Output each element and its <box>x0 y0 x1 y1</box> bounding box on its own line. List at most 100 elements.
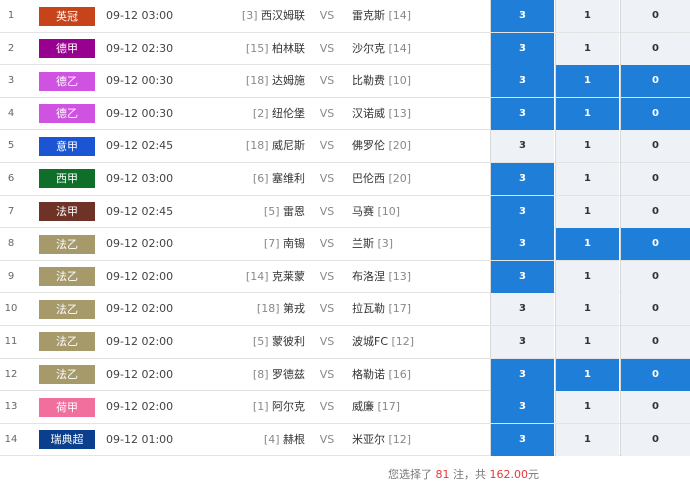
option-draw[interactable]: 1 <box>555 358 619 391</box>
option-win[interactable]: 3 <box>490 260 554 293</box>
table-row: 4 德乙 09-12 00:30 [2] 纽伦堡 VS 汉诺威 [13] 3 1 0 <box>0 97 690 131</box>
away-team-name: 佛罗伦 <box>352 139 385 153</box>
option-win[interactable]: 3 <box>490 130 554 163</box>
option-draw[interactable]: 1 <box>555 130 619 163</box>
row-number: 9 <box>7 270 15 282</box>
league-badge: 法乙 <box>39 332 95 352</box>
option-loss[interactable]: 0 <box>620 391 690 424</box>
away-rank: [20] <box>388 139 412 153</box>
away-team: 沙尔克 [14] <box>352 33 482 65</box>
bet-amount: 162.00 <box>489 468 529 481</box>
home-rank: [15] <box>245 41 269 55</box>
option-win[interactable]: 3 <box>490 391 554 424</box>
vs-label: VS <box>319 269 335 283</box>
option-loss[interactable]: 0 <box>620 65 690 98</box>
vs-label: VS <box>319 302 335 316</box>
option-draw[interactable]: 1 <box>555 260 619 293</box>
league-cell: 法甲 <box>39 196 95 228</box>
option-win[interactable]: 3 <box>490 195 554 228</box>
home-team-name: 克莱蒙 <box>272 269 305 283</box>
option-loss[interactable]: 0 <box>620 195 690 228</box>
option-win[interactable]: 3 <box>490 325 554 358</box>
away-team-name: 拉瓦勒 <box>352 302 385 316</box>
option-draw[interactable]: 1 <box>555 162 619 195</box>
match-time: 09-12 02:00 <box>106 400 174 414</box>
option-draw[interactable]: 1 <box>555 32 619 65</box>
option-win[interactable]: 3 <box>490 358 554 391</box>
away-rank: [12] <box>388 432 412 446</box>
option-win[interactable]: 3 <box>490 162 554 195</box>
home-rank: [6] <box>252 171 269 185</box>
option-draw[interactable]: 1 <box>555 228 619 261</box>
home-rank: [7] <box>263 237 280 251</box>
home-rank: [4] <box>263 432 280 446</box>
league-cell: 法乙 <box>39 261 95 293</box>
away-rank: [16] <box>388 367 412 381</box>
league-cell: 荷甲 <box>39 391 95 423</box>
away-team-name: 米亚尔 <box>352 432 385 446</box>
match-time: 09-12 00:30 <box>106 106 174 120</box>
option-loss[interactable]: 0 <box>620 97 690 130</box>
league-badge: 法乙 <box>39 365 95 385</box>
home-rank: [18] <box>245 139 269 153</box>
option-draw[interactable]: 1 <box>555 325 619 358</box>
league-badge: 意甲 <box>39 136 95 156</box>
option-draw[interactable]: 1 <box>555 195 619 228</box>
summary-mid: 注，共 <box>449 468 490 481</box>
table-row: 2 德甲 09-12 02:30 [15] 柏林联 VS 沙尔克 [14] 3 1 0 <box>0 32 690 66</box>
home-team: [18] 威尼斯 <box>205 130 305 162</box>
option-loss[interactable]: 0 <box>620 0 690 32</box>
option-win[interactable]: 3 <box>490 32 554 65</box>
away-team: 拉瓦勒 [17] <box>352 293 482 325</box>
option-loss[interactable]: 0 <box>620 423 690 456</box>
row-number: 4 <box>7 107 15 119</box>
home-rank: [3] <box>241 9 258 22</box>
league-badge: 法乙 <box>39 267 95 287</box>
home-team-name: 柏林联 <box>272 41 305 55</box>
option-win[interactable]: 3 <box>490 97 554 130</box>
row-number: 14 <box>4 433 18 445</box>
home-rank: [14] <box>245 269 269 283</box>
match-time: 09-12 02:00 <box>106 237 174 251</box>
home-team-name: 威尼斯 <box>272 139 305 153</box>
option-draw[interactable]: 1 <box>555 97 619 130</box>
away-rank: [10] <box>388 74 412 88</box>
away-rank: [12] <box>391 334 415 348</box>
option-draw[interactable]: 1 <box>555 391 619 424</box>
row-number: 3 <box>7 75 15 87</box>
table-row: 13 荷甲 09-12 02:00 [1] 阿尔克 VS 威廉 [17] 3 1 0 <box>0 391 690 424</box>
league-cell: 法乙 <box>39 293 95 325</box>
option-loss[interactable]: 0 <box>620 130 690 163</box>
home-team-name: 赫根 <box>283 432 305 446</box>
league-cell: 德甲 <box>39 33 95 65</box>
option-draw[interactable]: 1 <box>555 293 619 326</box>
vs-label: VS <box>319 171 335 185</box>
option-draw[interactable]: 1 <box>555 423 619 456</box>
away-rank: [14] <box>388 41 412 55</box>
option-loss[interactable]: 0 <box>620 325 690 358</box>
match-time: 09-12 02:00 <box>106 334 174 348</box>
league-cell: 德乙 <box>39 65 95 97</box>
option-loss[interactable]: 0 <box>620 162 690 195</box>
home-rank: [2] <box>252 106 269 120</box>
option-win[interactable]: 3 <box>490 228 554 261</box>
option-loss[interactable]: 0 <box>620 32 690 65</box>
option-loss[interactable]: 0 <box>620 358 690 391</box>
away-team: 佛罗伦 [20] <box>352 130 482 162</box>
away-team-name: 格勒诺 <box>352 367 385 381</box>
match-time: 09-12 02:45 <box>106 204 174 218</box>
option-loss[interactable]: 0 <box>620 260 690 293</box>
option-draw[interactable]: 1 <box>555 65 619 98</box>
home-team: [14] 克莱蒙 <box>205 261 305 293</box>
option-loss[interactable]: 0 <box>620 228 690 261</box>
option-loss[interactable]: 0 <box>620 293 690 326</box>
option-win[interactable]: 3 <box>490 293 554 326</box>
league-cell: 英冠 <box>39 0 95 32</box>
option-win[interactable]: 3 <box>490 65 554 98</box>
option-win[interactable]: 3 <box>490 423 554 456</box>
option-draw[interactable]: 1 <box>555 0 619 32</box>
away-rank: [14] <box>388 9 412 22</box>
league-cell: 法乙 <box>39 359 95 391</box>
option-win[interactable]: 3 <box>490 0 554 32</box>
match-time: 09-12 02:30 <box>106 41 174 55</box>
